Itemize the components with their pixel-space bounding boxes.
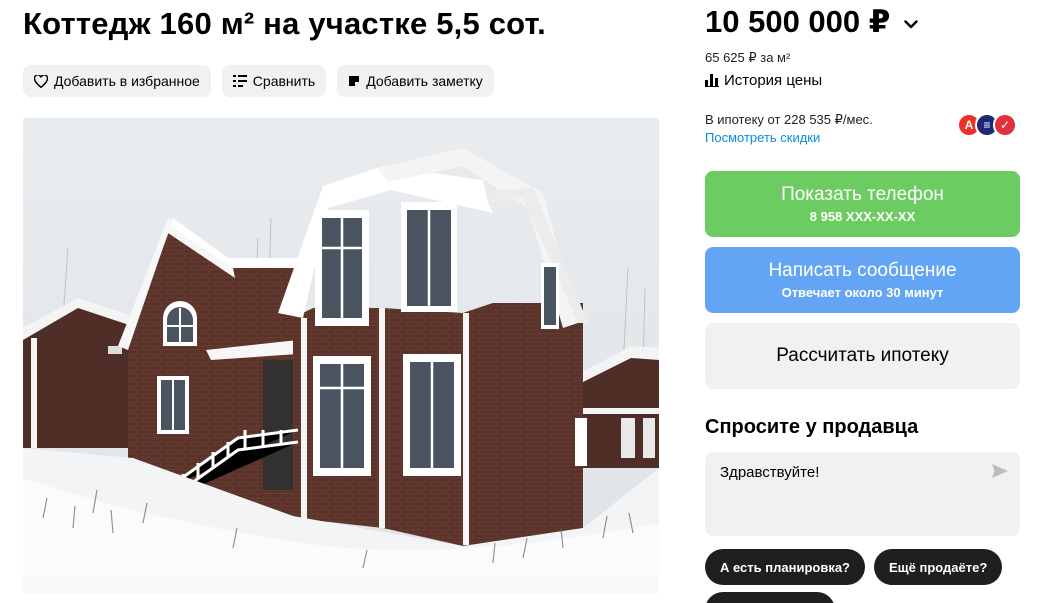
- quick-question-chip-partial[interactable]: [705, 592, 835, 603]
- compare-label: Сравнить: [252, 73, 316, 89]
- calculate-mortgage-button[interactable]: Рассчитать ипотеку: [705, 323, 1020, 389]
- phone-masked: 8 958 XXX-XX-XX: [809, 209, 916, 224]
- response-time: Отвечает около 30 минут: [781, 285, 944, 300]
- write-message-label: Написать сообщение: [768, 260, 957, 281]
- compare-icon: [232, 75, 247, 87]
- show-phone-label: Показать телефон: [781, 184, 944, 205]
- discounts-link[interactable]: Посмотреть скидки: [705, 130, 820, 145]
- mortgage-text: В ипотеку от 228 535 ₽/мес.: [705, 112, 873, 127]
- add-note-button[interactable]: Добавить заметку: [337, 65, 494, 97]
- ask-seller-title: Спросите у продавца: [705, 416, 919, 438]
- price-value: 10 500 000 ₽: [705, 4, 891, 39]
- add-to-favorites-label: Добавить в избранное: [54, 73, 200, 89]
- bar-chart-icon: [705, 74, 719, 87]
- show-phone-button[interactable]: Показать телефон 8 958 XXX-XX-XX: [705, 171, 1020, 237]
- send-icon[interactable]: [992, 464, 1008, 478]
- calculate-mortgage-label: Рассчитать ипотеку: [776, 345, 949, 366]
- ask-seller-input[interactable]: Здравствуйте!: [705, 452, 1020, 536]
- price-per-m2: 65 625 ₽ за м²: [705, 50, 791, 65]
- listing-actions: Добавить в избранное Сравнить Добавить з…: [23, 65, 494, 97]
- house-photo-illustration: [23, 118, 659, 594]
- listing-photo[interactable]: [23, 118, 659, 594]
- chevron-down-icon[interactable]: [904, 19, 919, 29]
- bank-logos[interactable]: А ≡ ✓: [957, 113, 1017, 137]
- quick-question-chip[interactable]: Ещё продаёте?: [874, 549, 1003, 585]
- price-history-label: История цены: [724, 72, 823, 89]
- compare-button[interactable]: Сравнить: [221, 65, 327, 97]
- price-history-link[interactable]: История цены: [705, 72, 822, 89]
- note-icon: [349, 76, 360, 86]
- ask-seller-input-value: Здравствуйте!: [720, 464, 820, 481]
- price: 10 500 000 ₽: [705, 4, 919, 40]
- heart-icon: [34, 74, 48, 88]
- bank-check-icon: ✓: [993, 113, 1017, 137]
- write-message-button[interactable]: Написать сообщение Отвечает около 30 мин…: [705, 247, 1020, 313]
- quick-question-chip[interactable]: А есть планировка?: [705, 549, 865, 585]
- add-note-label: Добавить заметку: [366, 73, 483, 89]
- listing-title: Коттедж 160 м² на участке 5,5 сот.: [23, 6, 546, 41]
- add-to-favorites-button[interactable]: Добавить в избранное: [23, 65, 211, 97]
- quick-questions: А есть планировка? Ещё продаёте?: [705, 549, 1003, 585]
